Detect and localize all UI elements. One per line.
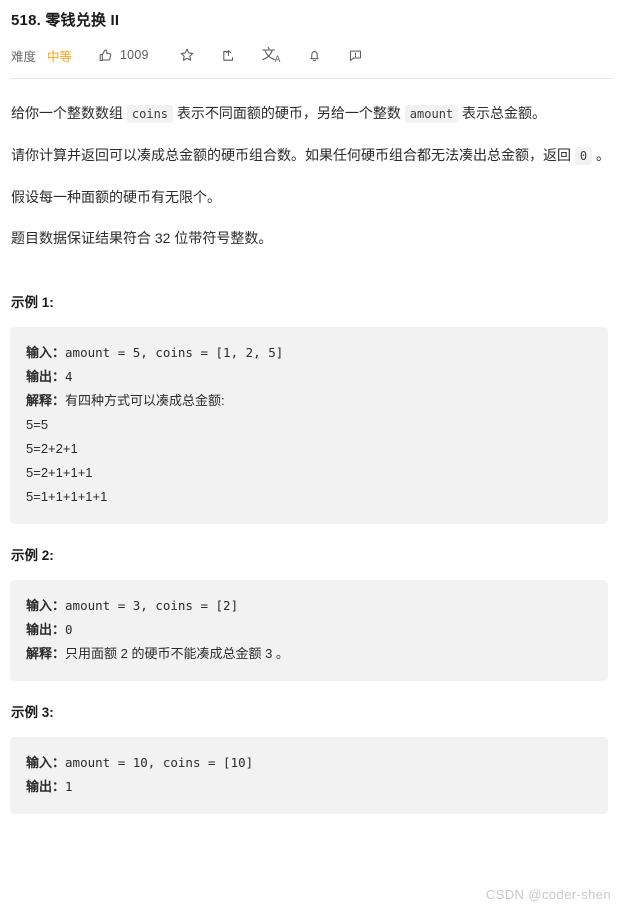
example-2-explain-label: 解释： <box>26 646 66 661</box>
example-3-output-line: 输出：1 <box>26 775 592 799</box>
translate-glyph-main: 文 <box>261 47 276 63</box>
translate-icon: 文A <box>261 47 282 65</box>
problem-page: 518. 零钱兑换 II 难度 中等 1009 文A 给你一个整数数组 coin… <box>0 0 623 914</box>
like-count: 1009 <box>120 48 149 62</box>
difficulty-badge: 中等 <box>47 49 73 64</box>
example-heading-1: 示例 1: <box>11 295 54 310</box>
example-1-equation: 5=2+1+1+1 <box>26 465 93 480</box>
difficulty-label: 难度 <box>11 49 37 64</box>
bell-icon <box>307 48 322 63</box>
example-3-input-line: 输入：amount = 10, coins = [10] <box>26 751 592 775</box>
share-icon <box>221 48 236 63</box>
example-1-equation: 5=5 <box>26 417 49 432</box>
example-heading-3: 示例 3: <box>11 705 54 720</box>
feedback-button[interactable] <box>348 48 363 63</box>
inline-code-coins: coins <box>126 105 174 123</box>
description-paragraph-1: 给你一个整数数组 coins 表示不同面额的硬币，另给一个整数 amount 表… <box>11 100 611 127</box>
thumbs-up-icon <box>98 48 113 63</box>
example-1-explain-label: 解释： <box>26 393 66 408</box>
example-3-input-value: amount = 10, coins = [10] <box>65 755 254 770</box>
feedback-icon <box>348 48 363 63</box>
problem-content: 给你一个整数数组 coins 表示不同面额的硬币，另给一个整数 amount 表… <box>10 79 613 814</box>
example-3-output-value: 1 <box>65 779 73 794</box>
translate-glyph-sub: A <box>274 55 281 65</box>
example-1-equation: 5=2+2+1 <box>26 441 78 456</box>
example-2-input-line: 输入：amount = 3, coins = [2] <box>26 594 592 618</box>
watermark: CSDN @coder-shen <box>485 887 611 902</box>
share-button[interactable] <box>221 48 236 63</box>
example-2-explain-value: 只用面额 2 的硬币不能凑成总金额 3 。 <box>65 646 289 661</box>
star-button[interactable] <box>179 47 195 63</box>
bell-button[interactable] <box>307 48 322 63</box>
example-heading-2: 示例 2: <box>11 548 54 563</box>
example-spacer <box>10 524 613 546</box>
star-icon <box>179 47 195 63</box>
translate-button[interactable]: 文A <box>261 47 282 65</box>
example-1-explain-value: 有四种方式可以凑成总金额: <box>65 393 225 408</box>
desc-p1-text-a: 给你一个整数数组 <box>11 105 127 121</box>
example-2-output-label: 输出： <box>26 622 66 637</box>
description-paragraph-4: 题目数据保证结果符合 32 位带符号整数。 <box>11 230 273 246</box>
example-2-output-line: 输出：0 <box>26 618 592 642</box>
example-1-explain-line: 解释：有四种方式可以凑成总金额: <box>26 389 592 413</box>
inline-code-zero: 0 <box>574 147 593 165</box>
desc-p2-text-a: 请你计算并返回可以凑成总金额的硬币组合数。如果任何硬币组合都无法凑出总金额，返回 <box>11 147 575 163</box>
example-spacer <box>10 681 613 703</box>
example-3-input-label: 输入： <box>26 755 66 770</box>
example-1-input-value: amount = 5, coins = [1, 2, 5] <box>65 345 284 360</box>
description-paragraph-3: 假设每一种面额的硬币有无限个。 <box>11 189 221 205</box>
example-1-output-label: 输出： <box>26 369 66 384</box>
page-title: 518. 零钱兑换 II <box>11 12 120 29</box>
example-2-input-value: amount = 3, coins = [2] <box>65 598 239 613</box>
example-2-explain-line: 解释：只用面额 2 的硬币不能凑成总金额 3 。 <box>26 642 592 666</box>
thumbs-up-button[interactable]: 1009 <box>98 48 149 63</box>
example-codeblock-1: 输入：amount = 5, coins = [1, 2, 5] 输出：4 解释… <box>10 327 608 524</box>
example-1-input-label: 输入： <box>26 345 66 360</box>
example-1-input-line: 输入：amount = 5, coins = [1, 2, 5] <box>26 341 592 365</box>
desc-p1-text-c: 表示总金额。 <box>458 105 547 121</box>
desc-p2-text-b: 。 <box>592 147 611 163</box>
example-codeblock-3: 输入：amount = 10, coins = [10] 输出：1 <box>10 737 608 814</box>
desc-p1-text-b: 表示不同面额的硬币，另给一个整数 <box>173 105 405 121</box>
example-1-output-value: 4 <box>65 369 73 384</box>
description-paragraph-2: 请你计算并返回可以凑成总金额的硬币组合数。如果任何硬币组合都无法凑出总金额，返回… <box>11 142 611 169</box>
example-3-output-label: 输出： <box>26 779 66 794</box>
example-2-input-label: 输入： <box>26 598 66 613</box>
example-1-equation: 5=1+1+1+1+1 <box>26 489 108 504</box>
example-2-output-value: 0 <box>65 622 73 637</box>
problem-meta-row: 难度 中等 1009 文A <box>10 40 613 70</box>
example-codeblock-2: 输入：amount = 3, coins = [2] 输出：0 解释：只用面额 … <box>10 580 608 681</box>
example-1-output-line: 输出：4 <box>26 365 592 389</box>
inline-code-amount: amount <box>404 105 459 123</box>
